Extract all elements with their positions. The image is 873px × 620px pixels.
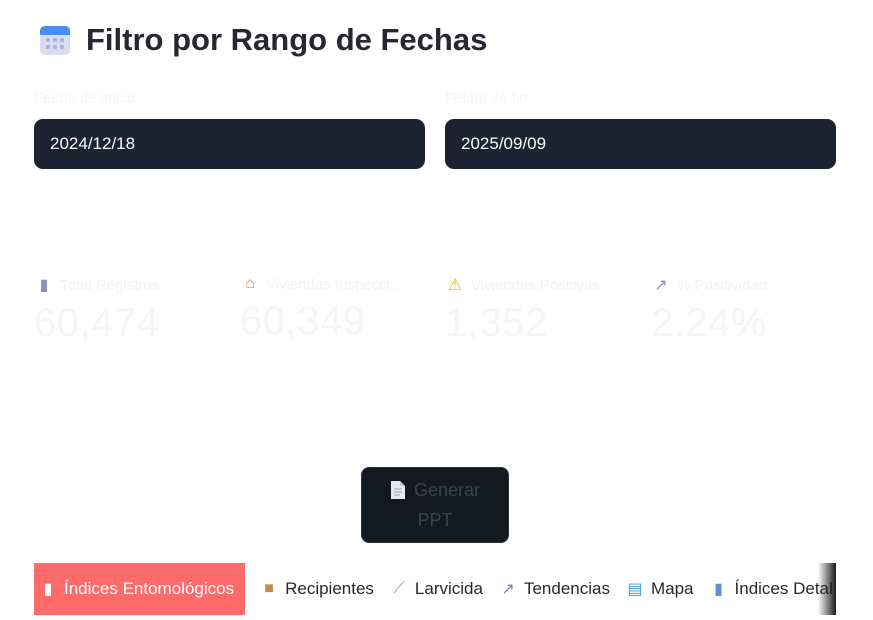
metric-total-registros: ▮ Total Registros 60,474 [34,275,224,346]
tab-bar: ▮ Índices Entomológicos ■ Recipientes ⟋ … [34,563,836,615]
bar-chart-icon: ▮ [714,581,723,598]
tab-recipientes[interactable]: ■ Recipientes [245,563,385,615]
bar-chart-icon: ▮ [39,277,49,294]
metric-value: 60,474 [34,301,160,345]
house-icon: ⌂ [245,275,255,292]
start-date-label: Fecha de inicio [34,90,135,107]
end-date-input[interactable] [445,119,836,169]
calendar-icon [40,26,70,55]
metric-value: 2.24% [651,301,767,345]
end-date-label: Fecha de fin [445,90,528,107]
trend-up-icon: ↗ [654,277,668,294]
metric-positividad: ↗ % Positividad 2.24% [651,275,841,346]
generate-ppt-button[interactable]: Generar PPT [361,467,509,543]
document-icon [390,481,405,499]
package-icon: ■ [264,580,274,597]
tab-indices-entomologicos[interactable]: ▮ Índices Entomológicos [34,563,246,615]
page-title-row: Filtro por Rango de Fechas [38,22,487,58]
bar-chart-icon: ▮ [43,581,53,598]
trend-up-icon: ↗ [501,581,515,598]
metric-value: 60,349 [240,299,366,343]
metric-label: Total Registros [60,276,160,294]
tab-tendencias[interactable]: ↗ Tendencias [494,563,621,615]
tab-label: Tendencias [523,579,610,598]
metric-label: Viviendas Inspecci... [266,275,403,293]
metric-viviendas-positivas: ⚠ Viviendas Positivas 1,352 [445,275,635,346]
tab-label: Mapa [650,579,694,598]
metric-viviendas-inspeccionadas: ⌂ Viviendas Inspecci... 60,349 [240,275,420,344]
test-tube-icon: ⟋ [393,580,405,597]
tab-scroll-fade [818,563,836,615]
tab-larvicida[interactable]: ⟋ Larvicida [385,563,494,615]
metric-label: Viviendas Positivas [471,276,600,294]
tab-label: Larvicida [414,579,483,598]
generate-ppt-label-2: PPT [417,510,453,530]
tab-indices-detallados[interactable]: ▮ Índices Detal [705,563,836,615]
page-title: Filtro por Rango de Fechas [86,22,488,57]
warning-icon: ⚠ [447,277,463,294]
tab-label: Índices Entomológicos [64,579,235,598]
map-icon: ▤ [627,581,643,598]
generate-ppt-label-1: Generar [413,480,481,500]
metric-value: 1,352 [445,301,548,345]
tab-mapa[interactable]: ▤ Mapa [621,563,705,615]
start-date-input[interactable] [34,119,425,169]
tab-label: Recipientes [285,579,374,598]
metric-label: % Positividad [677,276,768,294]
